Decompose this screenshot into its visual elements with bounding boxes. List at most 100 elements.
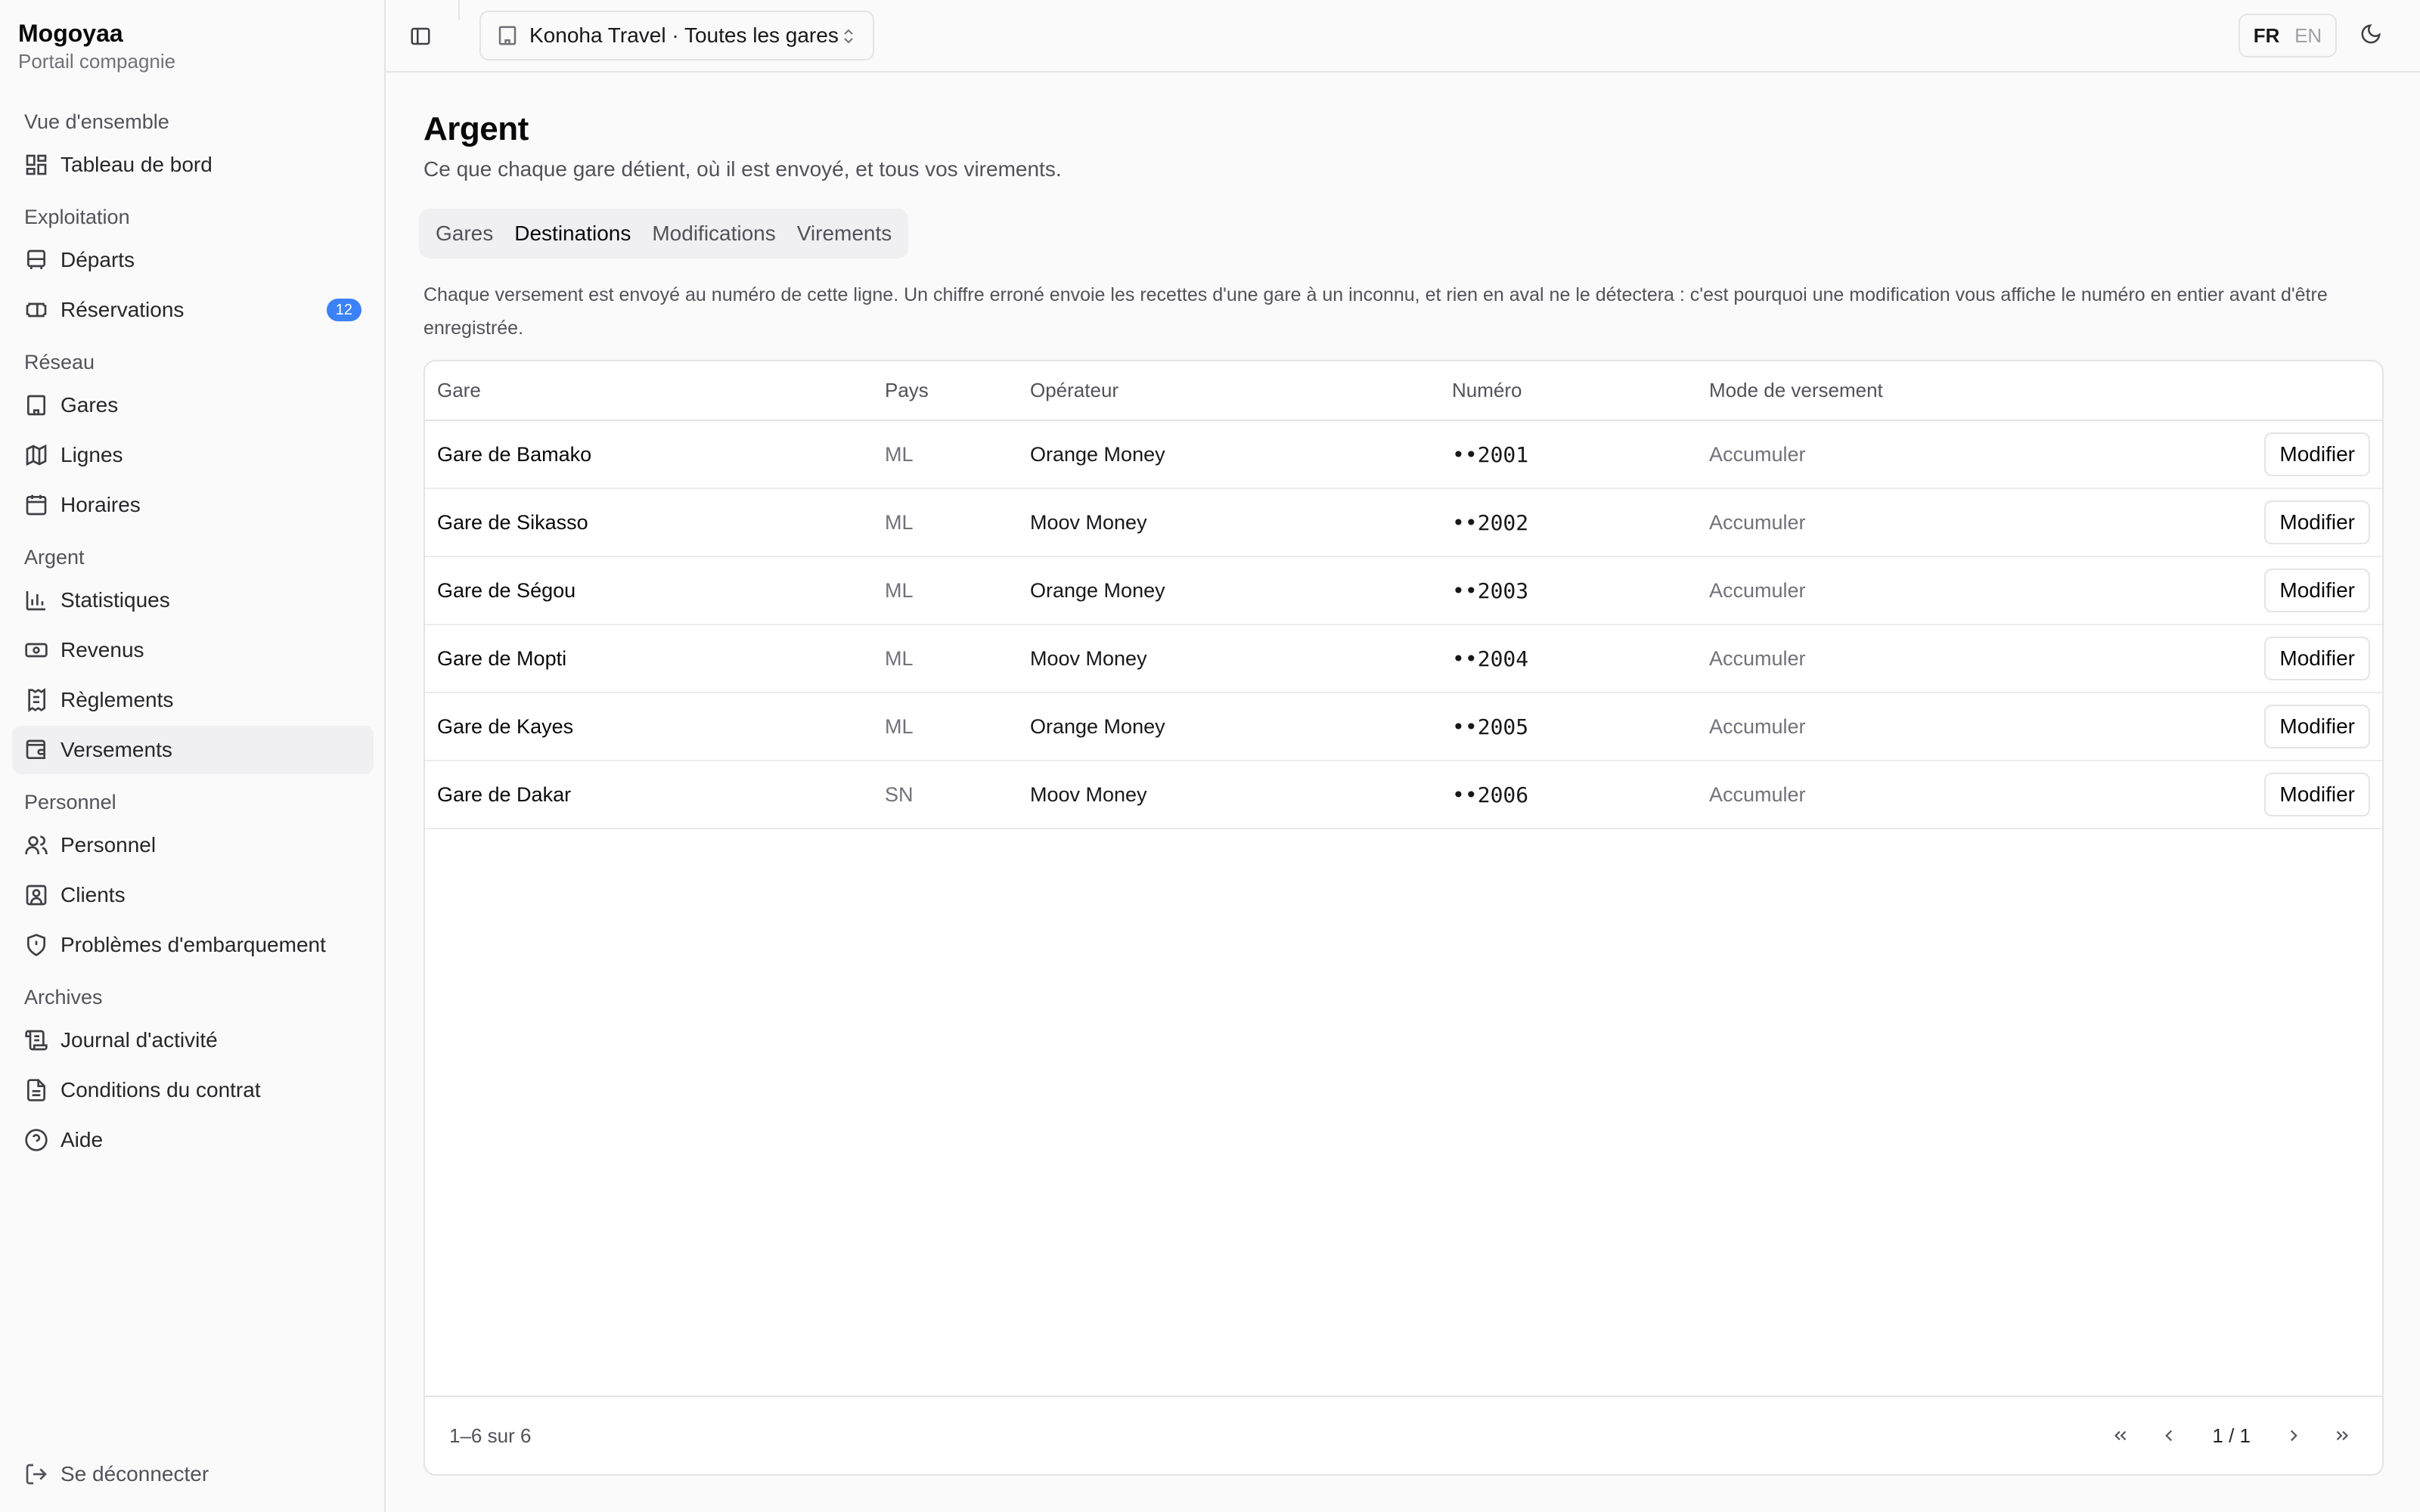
sidebar-item-label: Règlements (60, 688, 174, 711)
prev-page-button[interactable] (2153, 1420, 2185, 1452)
lang-fr-button[interactable]: FR (2254, 24, 2280, 48)
count-badge: 12 (326, 299, 361, 321)
brand-subtitle: Portail compagnie (18, 50, 176, 73)
company-selector[interactable]: Konoha Travel · Toutes les gares (479, 11, 874, 60)
sidebar-item-revenus[interactable]: Revenus (12, 626, 374, 674)
last-page-button[interactable] (2326, 1420, 2358, 1452)
modify-button[interactable]: Modifier (2264, 569, 2370, 612)
modify-button[interactable]: Modifier (2264, 432, 2370, 476)
cell-operateur: Orange Money (1018, 420, 1440, 489)
cell-numero: ••2006 (1440, 761, 1697, 829)
cell-actions: Modifier (2151, 488, 2382, 557)
bar-chart-icon (24, 588, 48, 612)
sidebar-item-lignes[interactable]: Lignes (12, 431, 374, 479)
cell-mode: Accumuler (1697, 556, 2151, 625)
cell-gare: Gare de Ségou (425, 556, 873, 625)
chevrons-left-icon (2114, 1430, 2127, 1441)
sidebar-item-tableau-de-bord[interactable]: Tableau de bord (12, 141, 374, 189)
building-icon (24, 393, 48, 417)
cell-pays: ML (873, 488, 1018, 557)
document-icon (24, 1078, 48, 1102)
building-icon (496, 24, 519, 47)
modify-button[interactable]: Modifier (2264, 637, 2370, 680)
nav-group: Exploitation Départs Réservations 12 (12, 198, 374, 334)
modify-button[interactable]: Modifier (2264, 705, 2370, 748)
sidebar-item-label: Tableau de bord (60, 153, 213, 176)
tab-destinations[interactable]: Destinations (504, 214, 642, 253)
destinations-table-card: Gare Pays Opérateur Numéro Mode de verse… (424, 360, 2384, 1476)
sidebar-item-departs[interactable]: Départs (12, 236, 374, 284)
sidebar-item-reglements[interactable]: Règlements (12, 676, 374, 724)
sidebar-item-label: Statistiques (60, 588, 170, 612)
logout-icon (26, 1464, 47, 1485)
table-row: Gare de Dakar SN Moov Money ••2006 Accumuler… (425, 761, 2382, 829)
tab-gares[interactable]: Gares (425, 214, 504, 253)
modify-button[interactable]: Modifier (2264, 773, 2370, 816)
sidebar-item-horaires[interactable]: Horaires (12, 481, 374, 529)
chevrons-right-icon (2336, 1430, 2349, 1441)
chevrons-up-down-icon (839, 26, 858, 45)
sidebar-nav: Vue d'ensemble Tableau de bord Exploitatio… (12, 103, 374, 1173)
table-row: Gare de Kayes ML Orange Money ••2005 Accumul… (425, 692, 2382, 761)
cell-operateur: Orange Money (1018, 556, 1440, 625)
sidebar-item-gares[interactable]: Gares (12, 381, 374, 429)
cell-actions: Modifier (2151, 692, 2382, 761)
cell-numero: ••2005 (1440, 692, 1697, 761)
sidebar-item-clients[interactable]: Clients (12, 871, 374, 919)
tab-modifications[interactable]: Modifications (641, 214, 786, 253)
table-row: Gare de Sikasso ML Moov Money ••2002 Accumul… (425, 488, 2382, 557)
sidebar-item-personnel[interactable]: Personnel (12, 821, 374, 869)
sidebar: Mogoyaa Portail compagnie Vue d'ensemble… (0, 0, 386, 1512)
cell-mode: Accumuler (1697, 624, 2151, 693)
logout-button[interactable]: Se déconnecter (24, 1452, 209, 1497)
receipt-icon (24, 688, 48, 712)
nav-group-label: Archives (24, 986, 103, 1009)
sidebar-item-label: Personnel (60, 833, 157, 857)
moon-icon (2361, 24, 2381, 44)
cell-operateur: Moov Money (1018, 488, 1440, 557)
sidebar-toggle-button[interactable] (405, 21, 436, 51)
nav-group: Archives Journal d'activité Conditions du … (12, 978, 374, 1164)
cell-gare: Gare de Sikasso (425, 488, 873, 557)
modify-button[interactable]: Modifier (2264, 500, 2370, 544)
cell-gare: Gare de Kayes (425, 692, 873, 761)
cell-actions: Modifier (2151, 420, 2382, 489)
cell-numero: ••2002 (1440, 488, 1697, 557)
page-subtitle: Ce que chaque gare détient, où il est en… (424, 157, 1062, 181)
next-page-button[interactable] (2278, 1420, 2310, 1452)
nav-group-label: Vue d'ensemble (24, 110, 169, 133)
cell-numero: ••2004 (1440, 624, 1697, 693)
sidebar-item-label: Horaires (60, 493, 141, 516)
sidebar-item-reservations[interactable]: Réservations 12 (12, 286, 374, 334)
sidebar-item-label: Gares (60, 393, 119, 417)
sidebar-item-conditions-du-contrat[interactable]: Conditions du contrat (12, 1066, 374, 1114)
nav-group-label: Argent (24, 546, 85, 569)
pagination: 1 / 1 (2105, 1420, 2358, 1452)
first-page-button[interactable] (2105, 1420, 2136, 1452)
sidebar-item-problemes-d-embarquement[interactable]: Problèmes d'embarquement (12, 921, 374, 969)
sidebar-item-statistiques[interactable]: Statistiques (12, 576, 374, 624)
cell-actions: Modifier (2151, 761, 2382, 829)
sidebar-item-versements[interactable]: Versements (12, 726, 374, 774)
chevron-right-icon (2290, 1430, 2297, 1442)
sidebar-item-label: Lignes (60, 443, 123, 466)
lang-en-button[interactable]: EN (2294, 24, 2322, 48)
nav-group: Réseau Gares Lignes Horaires (12, 343, 374, 529)
cell-operateur: Moov Money (1018, 761, 1440, 829)
sidebar-item-label: Journal d'activité (60, 1028, 218, 1052)
bus-icon (24, 248, 48, 272)
col-mode: Mode de versement (1697, 361, 2151, 421)
table-header-row: Gare Pays Opérateur Numéro Mode de verse… (425, 361, 2382, 421)
table-row: Gare de Ségou ML Orange Money ••2003 Accumul… (425, 556, 2382, 625)
cell-pays: ML (873, 556, 1018, 625)
sidebar-item-aide[interactable]: Aide (12, 1116, 374, 1164)
tab-virements[interactable]: Virements (786, 214, 903, 253)
sidebar-item-label: Clients (60, 883, 126, 906)
users-icon (24, 833, 48, 857)
calendar-icon (24, 493, 48, 517)
sidebar-item-label: Problèmes d'embarquement (60, 933, 326, 956)
topbar-divider (458, 0, 460, 20)
cell-actions: Modifier (2151, 556, 2382, 625)
sidebar-item-journal-d-activite[interactable]: Journal d'activité (12, 1016, 374, 1064)
theme-toggle-button[interactable] (2360, 23, 2387, 50)
